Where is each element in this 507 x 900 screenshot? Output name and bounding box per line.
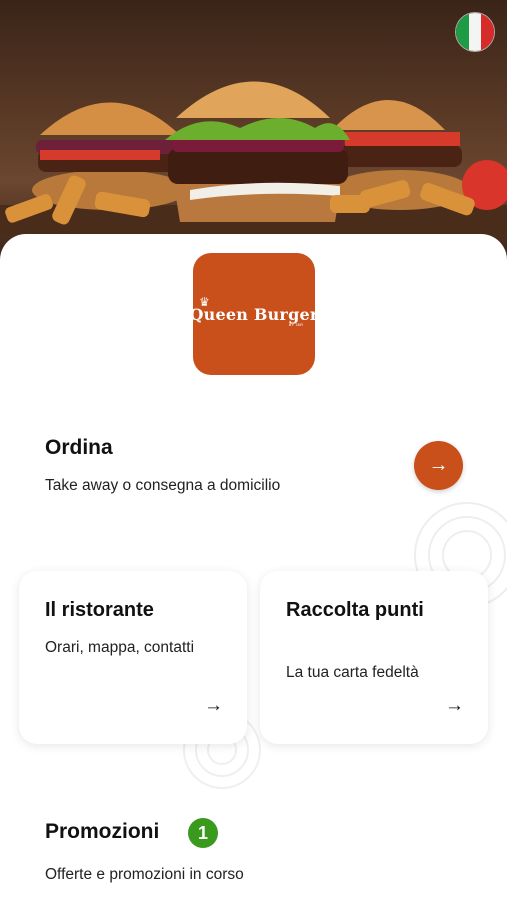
order-title: Ordina <box>45 436 113 459</box>
order-button[interactable]: → <box>414 441 463 490</box>
brand-logo: ♛ Queen Burger BY T&R <box>190 253 318 375</box>
burger-illustration <box>0 81 507 235</box>
logo-subtext: BY T&R <box>288 322 303 327</box>
promotions-subtitle: Offerte e promozioni in corso <box>45 866 244 883</box>
order-subtitle: Take away o consegna a domicilio <box>45 477 281 494</box>
loyalty-card[interactable]: Raccolta punti La tua carta fedeltà → <box>260 571 488 744</box>
card-subtitle: La tua carta fedeltà <box>286 664 419 681</box>
card-title: Raccolta punti <box>286 599 424 621</box>
arrow-right-icon: → <box>428 454 449 476</box>
crown-icon: ♛ <box>199 295 210 309</box>
card-title: Il ristorante <box>45 599 154 621</box>
hero-image <box>0 0 507 260</box>
promotions-title[interactable]: Promozioni <box>45 820 159 844</box>
arrow-right-icon: → <box>204 695 223 716</box>
promotions-count-badge: 1 <box>188 818 218 848</box>
arrow-right-icon: → <box>445 695 464 716</box>
italy-flag-icon[interactable] <box>456 13 494 51</box>
card-subtitle: Orari, mappa, contatti <box>45 639 195 656</box>
restaurant-card[interactable]: Il ristorante Orari, mappa, contatti → <box>19 571 247 744</box>
